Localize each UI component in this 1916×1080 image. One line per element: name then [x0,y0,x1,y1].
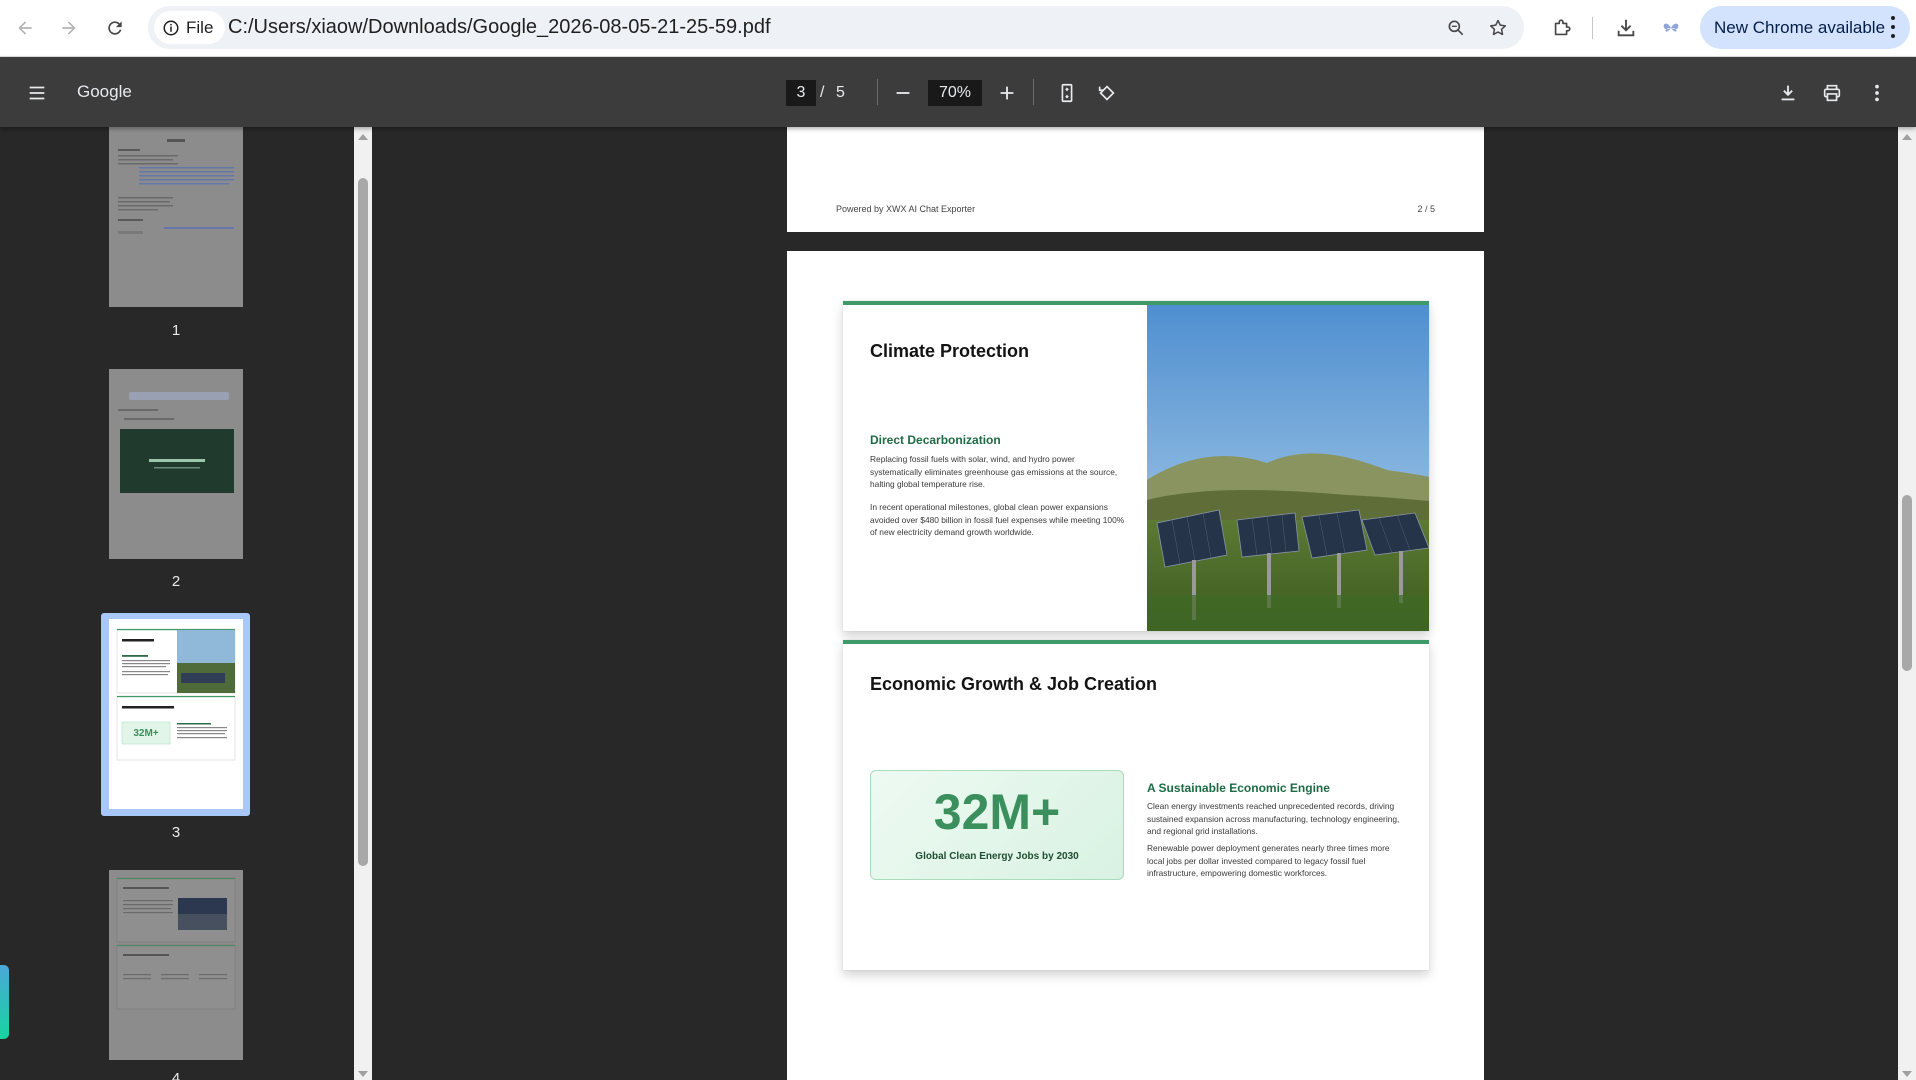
climate-protection-card: Climate Protection Direct Decarbonizatio… [843,301,1429,631]
minus-icon [896,92,910,94]
page-thumbnail-2[interactable] [109,369,243,559]
card-subtitle: A Sustainable Economic Engine [1147,781,1330,795]
toolbar-divider [1033,79,1034,105]
scroll-down-arrow-icon[interactable] [1902,1071,1912,1077]
arrow-left-icon [18,21,32,35]
page-preview [109,127,243,307]
pdf-download-button[interactable] [1773,78,1803,108]
rotate-counterclockwise-icon [1098,85,1115,101]
butterfly-icon [1663,23,1679,32]
jobs-stat-box: 32M+ Global Clean Energy Jobs by 2030 [870,770,1124,880]
hamburger-icon [29,86,45,100]
page-separator: / [820,84,825,101]
more-vertical-icon [1890,16,1896,38]
thumbnail-number: 3 [171,824,181,841]
card-subtitle: Direct Decarbonization [870,433,1001,447]
card-paragraph: Renewable power deployment generates nea… [1147,843,1390,879]
printer-icon [1823,84,1841,102]
card-paragraph: Clean energy investments reached unprece… [1147,801,1400,837]
thumbnail-number: 2 [171,573,181,590]
info-icon [163,20,179,35]
url-scheme-label: File [186,17,214,37]
zoom-indicator-button[interactable] [1442,14,1470,42]
reload-button[interactable] [97,10,133,46]
bookmark-button[interactable] [1484,14,1512,42]
toolbar-separator [1592,17,1593,39]
plus-icon [1000,86,1014,100]
extensions-button[interactable] [1546,12,1578,44]
svg-text:32M+: 32M+ [133,728,158,739]
sidebar-scrollbar-thumb[interactable] [358,178,368,866]
pdf-toolbar: Google 3 / 5 70% [0,57,1916,127]
stat-value: 32M+ [933,784,1061,840]
profile-extension-button[interactable] [1655,12,1687,44]
page-total: 5 [836,84,845,101]
address-bar[interactable]: File C:/Users/xiaow/Downloads/Google_202… [148,6,1524,49]
pdf-page-2: Powered by XWX AI Chat Exporter 2 / 5 [787,127,1484,232]
update-label: New Chrome available [1714,17,1886,37]
downloads-button[interactable] [1610,12,1642,44]
page-thumbnail-1[interactable] [109,127,243,307]
page-preview [109,369,243,559]
scroll-down-arrow-icon[interactable] [358,1071,368,1077]
back-button[interactable] [7,10,43,46]
thumbnail-sidebar: 1 2 32M+ 3 4 [0,127,354,1080]
site-info-chip[interactable]: File [154,11,226,44]
forward-button[interactable] [51,10,87,46]
economic-growth-card: Economic Growth & Job Creation 32M+ Glob… [843,640,1429,970]
document-title: Google [77,82,132,101]
reload-icon [108,21,122,35]
side-indicator [0,965,9,1039]
card-title: Climate Protection [870,341,1030,361]
arrow-right-icon [62,21,76,35]
card-paragraph: In recent operational milestones, global… [870,502,1125,538]
toolbar-divider [877,79,878,105]
more-vertical-icon [1875,84,1879,102]
thumbnail-number: 4 [171,1070,181,1080]
fit-to-page-icon [1061,83,1073,103]
zoom-input[interactable]: 70% [928,80,982,106]
magnifier-icon [1448,20,1464,36]
menu-button[interactable] [22,78,52,108]
url-text[interactable]: C:/Users/xiaow/Downloads/Google_2026-08-… [228,6,771,49]
browser-toolbar: File C:/Users/xiaow/Downloads/Google_202… [0,0,1916,57]
page-thumbnail-4[interactable] [109,870,243,1060]
download-icon [1781,85,1795,101]
stat-label: Global Clean Energy Jobs by 2030 [915,851,1079,862]
zoom-in-button[interactable] [993,79,1021,107]
fit-page-button[interactable] [1053,79,1081,107]
chrome-update-button[interactable]: New Chrome available [1700,6,1910,49]
document-scrollbar-thumb[interactable] [1902,495,1912,671]
solar-field-photo [1147,305,1429,631]
star-icon [1489,19,1507,36]
more-options-button[interactable] [1862,78,1892,108]
download-icon [1617,19,1635,37]
zoom-out-button[interactable] [889,79,917,107]
scroll-up-arrow-icon[interactable] [358,134,368,140]
card-paragraph: Replacing fossil fuels with solar, wind,… [870,454,1118,490]
page-preview: 32M+ [109,619,243,809]
puzzle-icon [1554,19,1571,36]
scroll-up-arrow-icon[interactable] [1902,134,1912,140]
page-number-input[interactable]: 3 [786,80,816,106]
card-title: Economic Growth & Job Creation [870,674,1158,694]
page-footer-right: 2 / 5 [1417,204,1435,214]
document-viewport: Powered by XWX AI Chat Exporter 2 / 5 Cl… [372,127,1898,1080]
thumbnail-number: 1 [171,322,181,339]
page-thumbnail-3[interactable]: 32M+ [109,619,243,809]
page-preview [109,870,243,1060]
page-footer-left: Powered by XWX AI Chat Exporter [836,204,976,214]
print-button[interactable] [1817,78,1847,108]
pdf-page-3: Climate Protection Direct Decarbonizatio… [787,251,1484,1080]
rotate-button[interactable] [1093,79,1121,107]
